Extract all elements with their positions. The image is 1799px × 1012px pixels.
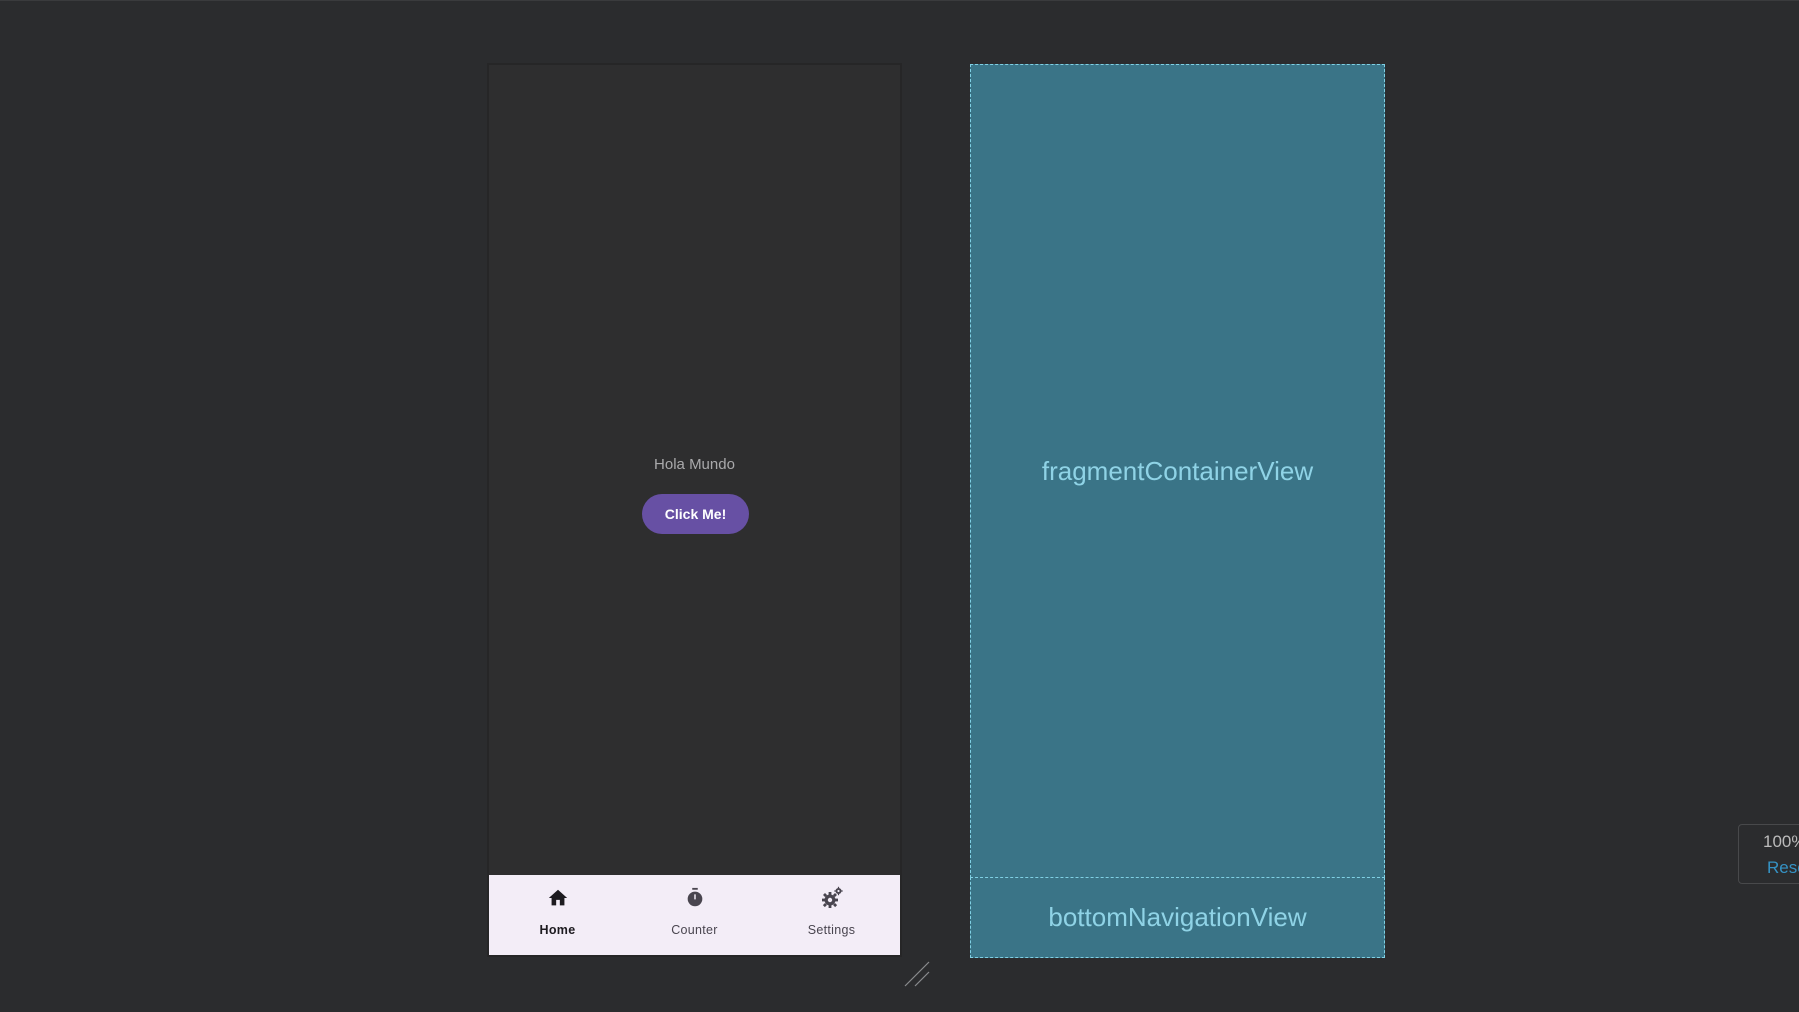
layout-editor-canvas: Hola Mundo Click Me! Home Counter Settin… <box>0 0 1799 1012</box>
blueprint-preview[interactable]: fragmentContainerView bottomNavigationVi… <box>970 64 1385 958</box>
blueprint-fragment-container[interactable]: fragmentContainerView <box>970 64 1385 878</box>
click-me-button[interactable]: Click Me! <box>642 494 749 534</box>
zoom-widget: 100% Reset <box>1738 824 1799 884</box>
hello-text: Hola Mundo <box>654 456 735 473</box>
nav-item-counter[interactable]: Counter <box>626 875 763 955</box>
bottom-navigation: Home Counter Settings <box>489 875 900 955</box>
timer-icon <box>682 885 708 911</box>
bottom-navigation-label: bottomNavigationView <box>1048 902 1307 932</box>
fragment-container-label: fragmentContainerView <box>1041 455 1314 486</box>
settings-icon <box>819 885 845 911</box>
nav-label-home: Home <box>539 923 576 937</box>
nav-label-counter: Counter <box>671 923 718 937</box>
nav-item-settings[interactable]: Settings <box>763 875 900 955</box>
home-icon <box>545 885 571 911</box>
design-preview[interactable]: Hola Mundo Click Me! Home Counter Settin… <box>487 63 902 957</box>
nav-item-home[interactable]: Home <box>489 875 626 955</box>
zoom-level: 100% <box>1763 832 1799 851</box>
blueprint-bottom-navigation[interactable]: bottomNavigationView <box>970 877 1385 958</box>
zoom-reset-link[interactable]: Reset <box>1767 858 1799 878</box>
resize-handle-icon[interactable] <box>902 959 932 989</box>
nav-label-settings: Settings <box>807 923 856 937</box>
